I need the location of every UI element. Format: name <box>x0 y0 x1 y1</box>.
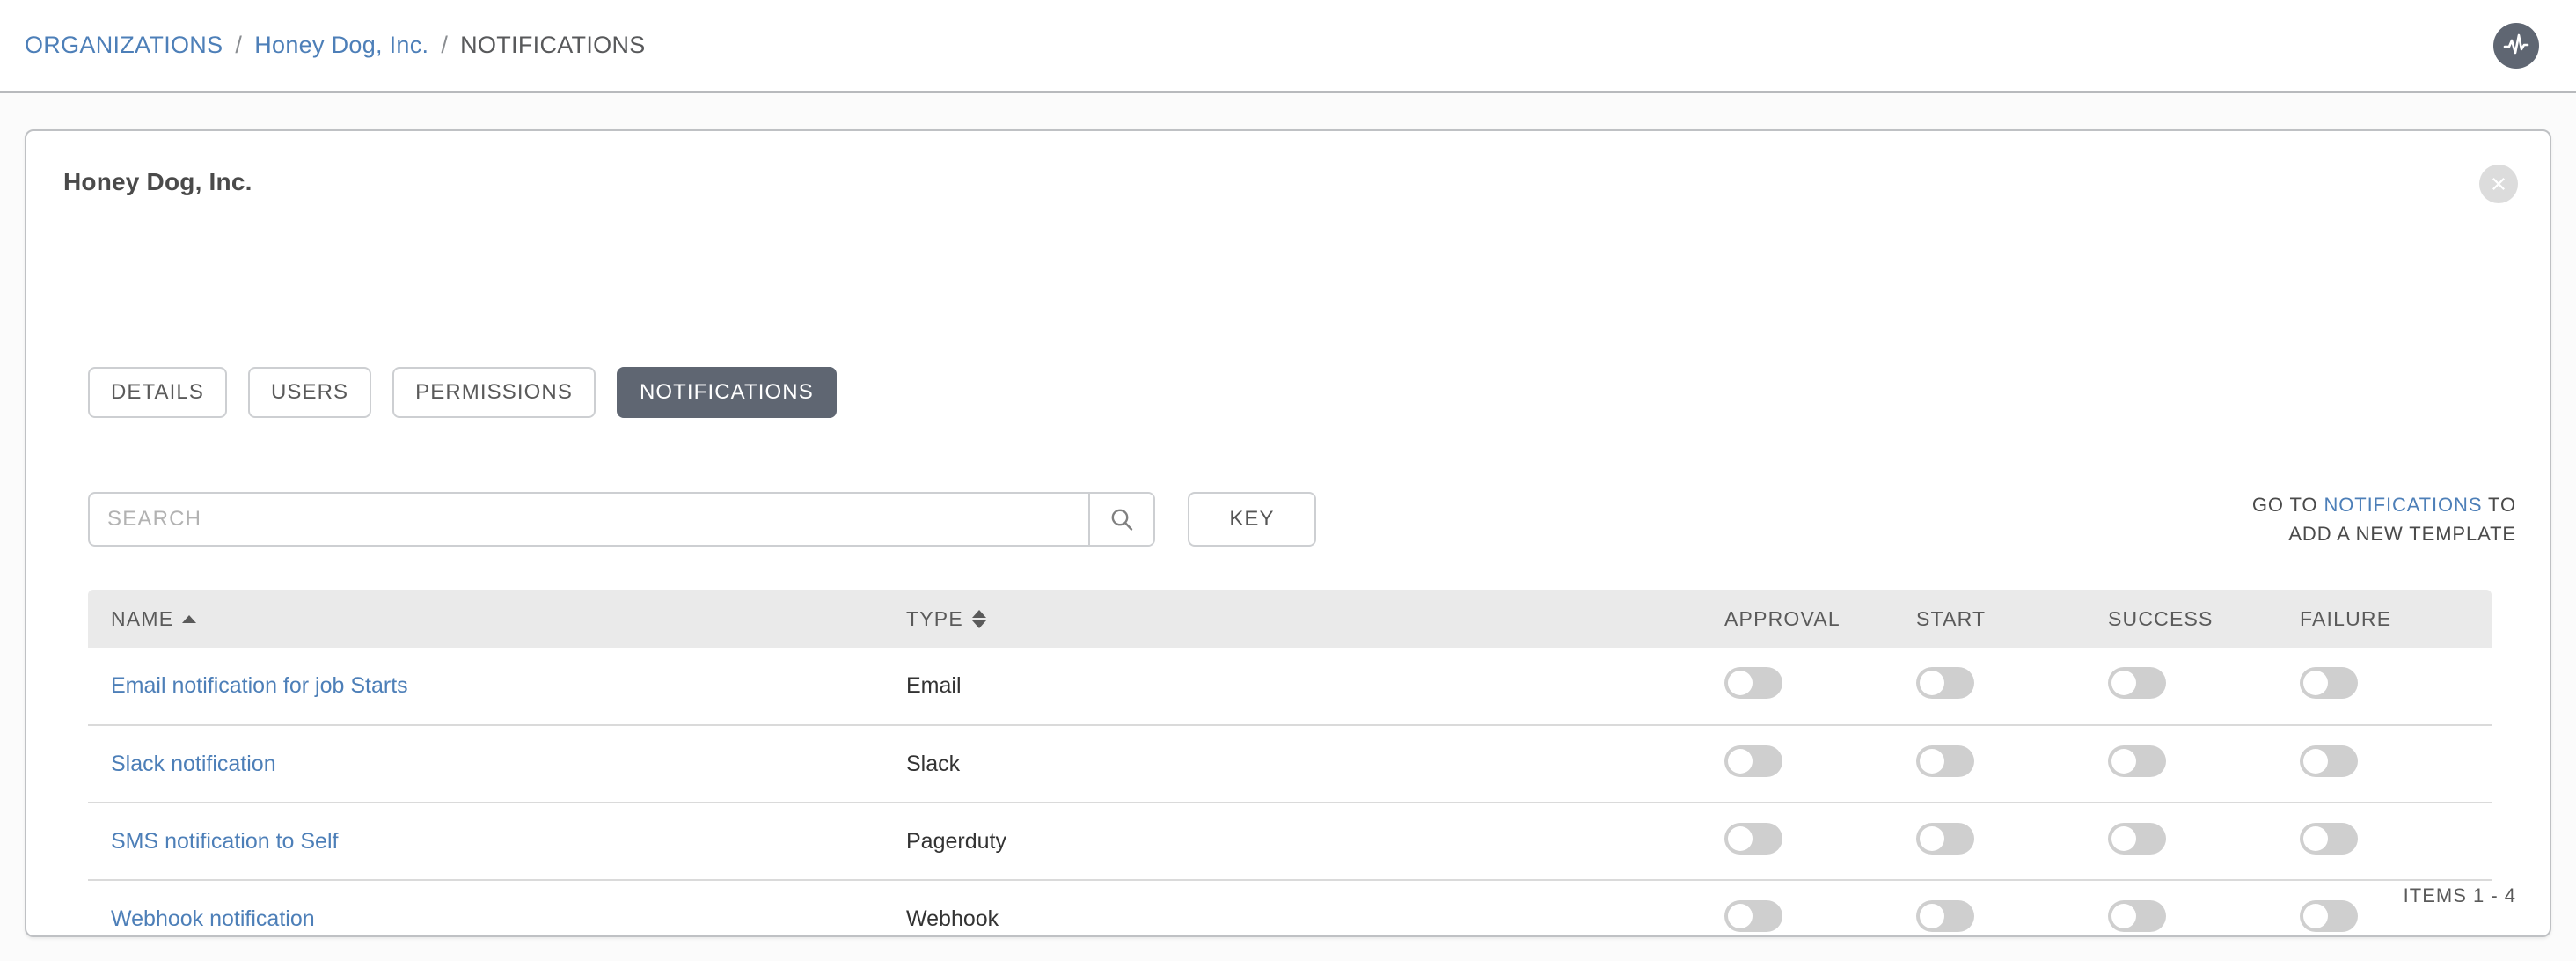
items-count: ITEMS 1 - 4 <box>2403 884 2516 906</box>
toggle-failure[interactable] <box>2300 822 2358 855</box>
hint-suffix: TO <box>2482 494 2516 516</box>
search-bar <box>88 492 1155 547</box>
cell-success <box>2108 879 2300 957</box>
column-header-type-label: TYPE <box>906 606 963 630</box>
cell-start <box>1916 802 2108 880</box>
toggle-start[interactable] <box>1916 667 1974 699</box>
tab-notifications[interactable]: NOTIFICATIONS <box>616 367 837 418</box>
cell-approval <box>1724 879 1916 957</box>
table-header-row: NAME TYPE APPROVAL START SUCCESS FAILURE <box>88 590 2492 648</box>
cell-type: Slack <box>906 724 1724 803</box>
table-row: Webhook notification Webhook <box>88 879 2492 957</box>
tab-users[interactable]: USERS <box>247 367 372 418</box>
column-header-type[interactable]: TYPE <box>906 590 1724 648</box>
cell-approval <box>1724 648 1916 725</box>
activity-stream-icon[interactable] <box>2493 22 2539 69</box>
breadcrumb-organization[interactable]: Honey Dog, Inc. <box>254 32 428 59</box>
toggle-approval[interactable] <box>1724 667 1782 699</box>
cell-start <box>1916 879 2108 957</box>
cell-start <box>1916 724 2108 803</box>
cell-success <box>2108 802 2300 880</box>
cell-approval <box>1724 724 1916 803</box>
add-template-hint: GO TO NOTIFICATIONS TO ADD A NEW TEMPLAT… <box>2252 490 2516 548</box>
table-row: SMS notification to Self Pagerduty <box>88 802 2492 880</box>
cell-approval <box>1724 802 1916 880</box>
close-icon[interactable] <box>2479 165 2518 203</box>
breadcrumb-bar: ORGANIZATIONS / Honey Dog, Inc. / NOTIFI… <box>0 0 2576 93</box>
cell-success <box>2108 648 2300 725</box>
notifications-table: NAME TYPE APPROVAL START SUCCESS FAILURE… <box>88 590 2492 957</box>
column-header-success: SUCCESS <box>2108 590 2300 648</box>
notification-link[interactable]: Email notification for job Starts <box>111 673 408 698</box>
breadcrumb-organizations[interactable]: ORGANIZATIONS <box>25 32 223 59</box>
cell-failure <box>2300 802 2492 880</box>
page-title: Honey Dog, Inc. <box>63 168 252 195</box>
organization-card: Honey Dog, Inc. DETAILS USERS PERMISSION… <box>25 129 2551 957</box>
tab-details[interactable]: DETAILS <box>88 367 227 418</box>
cell-name: Slack notification <box>88 724 906 803</box>
toggle-success[interactable] <box>2108 745 2166 777</box>
breadcrumb-current: NOTIFICATIONS <box>460 32 646 58</box>
toggle-approval[interactable] <box>1724 900 1782 932</box>
cell-type: Email <box>906 673 962 698</box>
hint-notifications-link[interactable]: NOTIFICATIONS <box>2324 494 2482 516</box>
toggle-start[interactable] <box>1916 822 1974 855</box>
sort-asc-icon <box>182 614 197 623</box>
toggle-approval[interactable] <box>1724 745 1782 777</box>
toggle-start[interactable] <box>1916 745 1974 777</box>
column-header-start: START <box>1916 590 2108 648</box>
column-header-approval: APPROVAL <box>1724 590 1916 648</box>
cell-success <box>2108 724 2300 803</box>
breadcrumb-separator-2: / <box>441 32 449 58</box>
table-header: NAME TYPE APPROVAL START SUCCESS FAILURE <box>88 590 2492 648</box>
sort-both-icon <box>971 609 986 628</box>
hint-line2: ADD A NEW TEMPLATE <box>2288 523 2516 545</box>
hint-prefix: GO TO <box>2251 494 2324 516</box>
notification-link[interactable]: SMS notification to Self <box>111 829 338 854</box>
cell-failure <box>2300 724 2492 803</box>
toggle-success[interactable] <box>2108 667 2166 699</box>
column-header-name[interactable]: NAME <box>88 590 906 648</box>
breadcrumb: ORGANIZATIONS / Honey Dog, Inc. / NOTIFI… <box>25 32 646 59</box>
notification-link[interactable]: Slack notification <box>111 752 276 776</box>
key-button[interactable]: KEY <box>1188 492 1316 547</box>
toggle-failure[interactable] <box>2300 667 2358 699</box>
table-row: Slack notification Slack <box>88 724 2492 803</box>
notification-link[interactable]: Webhook notification <box>111 906 315 931</box>
cell-name: SMS notification to Self <box>88 802 906 880</box>
cell-name: Email notification for job Starts <box>88 648 906 725</box>
cell-name: Webhook notification <box>88 879 906 957</box>
tab-bar: DETAILS USERS PERMISSIONS NOTIFICATIONS <box>88 367 837 418</box>
cell-type: Pagerduty <box>906 802 1724 880</box>
toggle-success[interactable] <box>2108 822 2166 855</box>
toggle-approval[interactable] <box>1724 822 1782 855</box>
toggle-failure[interactable] <box>2300 900 2358 932</box>
toggle-failure[interactable] <box>2300 745 2358 777</box>
table-row: Email notification for job Starts Email <box>88 648 2492 725</box>
column-header-failure: FAILURE <box>2300 590 2492 648</box>
table-body: Email notification for job Starts Email … <box>88 648 2492 957</box>
cell-start <box>1916 648 2108 725</box>
cell-failure <box>2300 648 2492 725</box>
cell-type: Webhook <box>906 879 1724 957</box>
search-icon[interactable] <box>1088 494 1153 545</box>
column-header-name-label: NAME <box>111 606 174 630</box>
toggle-start[interactable] <box>1916 900 1974 932</box>
tab-permissions[interactable]: PERMISSIONS <box>392 367 596 418</box>
toggle-success[interactable] <box>2108 900 2166 932</box>
breadcrumb-separator-1: / <box>235 32 243 58</box>
search-input[interactable] <box>90 494 1088 545</box>
